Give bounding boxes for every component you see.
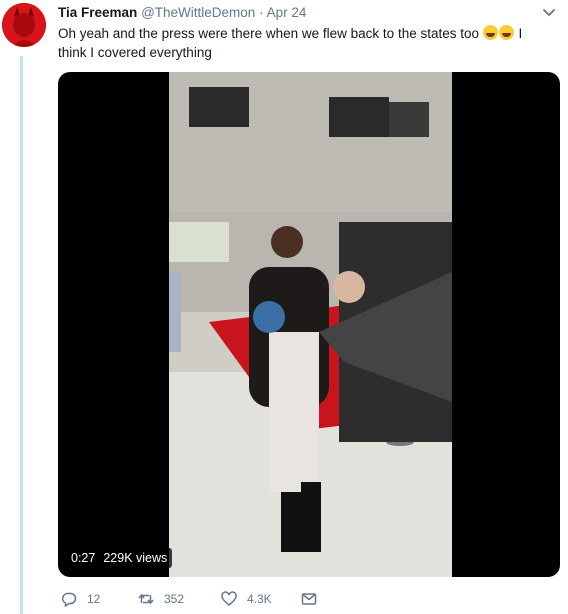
video-info-badge: 0:27 229K views (66, 548, 173, 568)
tweet-text: Oh yeah and the press were there when we… (58, 24, 550, 62)
tweet-text-line1: Oh yeah and the press were there when we… (58, 26, 479, 41)
reply-button[interactable]: 12 (61, 589, 100, 609)
author-name[interactable]: Tia Freeman (58, 5, 137, 20)
avatar[interactable] (2, 3, 46, 47)
thread-line (20, 56, 23, 614)
video-player[interactable]: 0:27 229K views (58, 72, 560, 577)
tears-of-joy-emoji-icon (498, 25, 514, 40)
separator: · (259, 5, 264, 20)
devil-avatar-icon (2, 3, 46, 47)
video-views: 229K views (103, 551, 168, 565)
video-still-image (169, 72, 452, 577)
author-handle[interactable]: @TheWittleDemon (141, 5, 255, 20)
like-button[interactable]: 4.3K (221, 589, 272, 609)
reply-count: 12 (87, 592, 101, 606)
tears-of-joy-emoji-icon (482, 25, 498, 40)
tweet-text-line2: think I covered everything (58, 45, 212, 60)
chevron-down-icon[interactable] (542, 8, 556, 18)
retweet-icon (138, 593, 154, 605)
heart-icon (221, 591, 237, 606)
video-frame (169, 72, 452, 577)
tweet-text-line1-end: I (518, 26, 523, 41)
direct-message-button[interactable] (301, 589, 327, 609)
envelope-icon (301, 593, 317, 605)
video-duration: 0:27 (71, 551, 96, 565)
tweet-date[interactable]: Apr 24 (267, 5, 307, 20)
like-count: 4.3K (247, 592, 272, 606)
tweet-header: Tia Freeman @TheWittleDemon · Apr 24 (58, 4, 306, 22)
retweet-count: 352 (164, 592, 185, 606)
reply-icon (61, 592, 77, 607)
retweet-button[interactable]: 352 (138, 589, 184, 609)
